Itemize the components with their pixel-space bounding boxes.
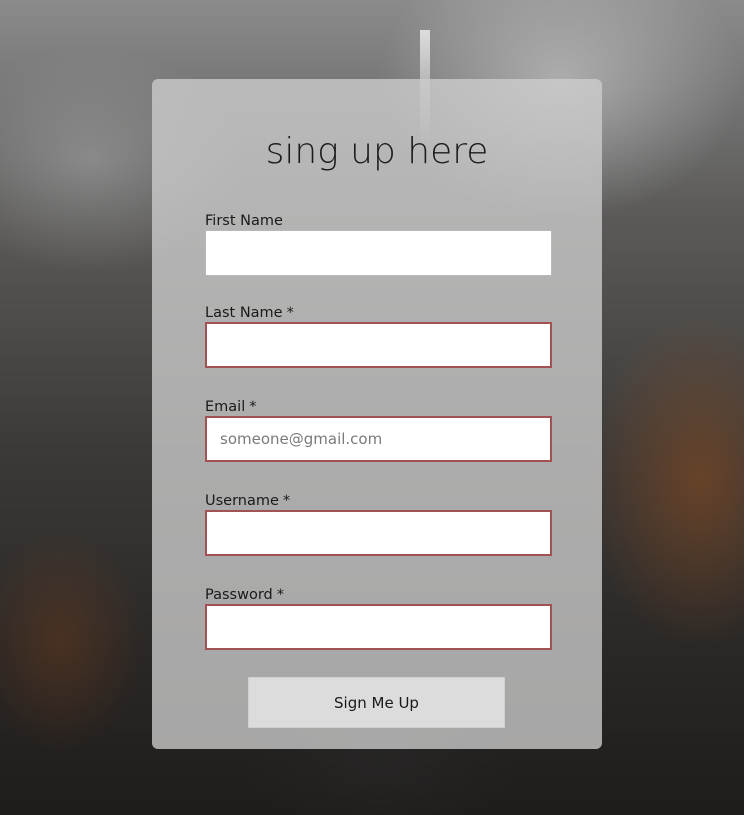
last-name-input[interactable] (205, 322, 552, 368)
signup-card: sing up here First Name Last Name * Email… (152, 79, 602, 749)
first-name-label: First Name (205, 212, 283, 230)
username-label-text: Username (205, 493, 279, 509)
password-input[interactable] (205, 604, 552, 650)
password-label: Password * (205, 586, 284, 604)
email-input[interactable] (205, 416, 552, 462)
username-label: Username * (205, 492, 290, 510)
password-label-text: Password (205, 587, 273, 603)
email-label-text: Email (205, 399, 246, 415)
last-name-label: Last Name * (205, 304, 294, 322)
form-title: sing up here (265, 131, 489, 172)
required-asterisk: * (286, 305, 294, 321)
email-label: Email * (205, 398, 256, 416)
required-asterisk: * (282, 493, 291, 509)
first-name-label-text: First Name (205, 213, 283, 229)
username-input[interactable] (205, 510, 552, 556)
required-asterisk: * (276, 587, 284, 603)
sign-me-up-button[interactable]: Sign Me Up (248, 677, 505, 728)
first-name-input[interactable] (205, 230, 552, 276)
required-asterisk: * (249, 399, 257, 415)
last-name-label-text: Last Name (205, 305, 283, 321)
